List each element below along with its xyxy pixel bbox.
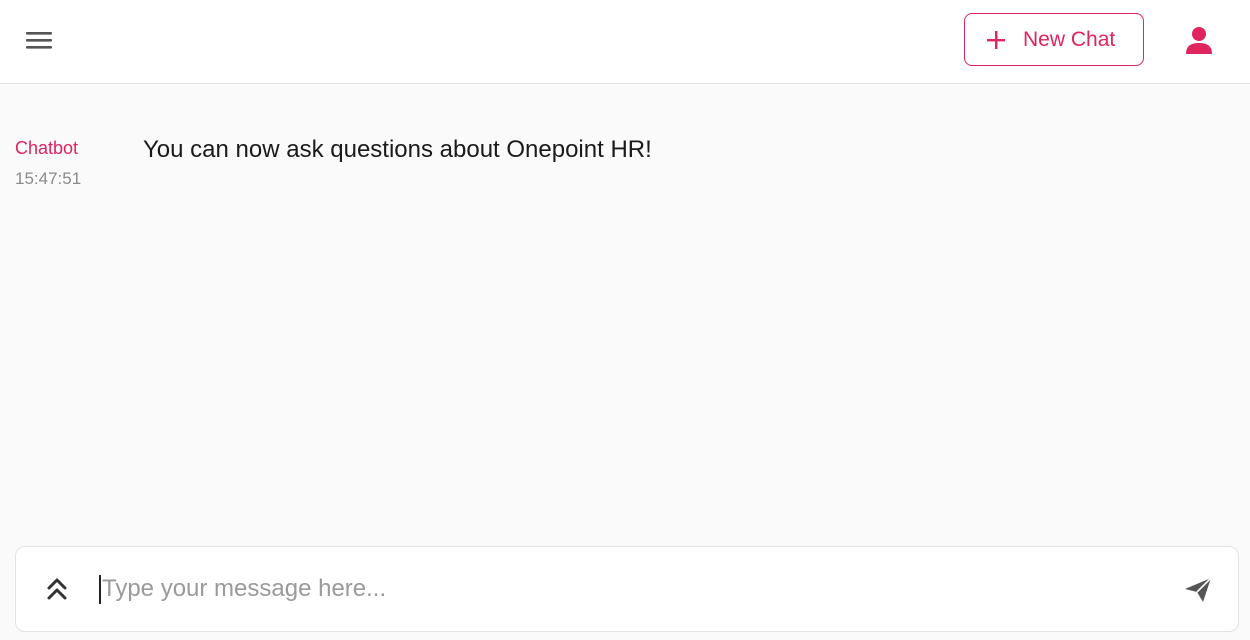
message-composer [15,546,1239,632]
menu-button[interactable] [22,24,56,56]
user-icon [1186,27,1212,54]
expand-composer-button[interactable] [42,573,72,605]
message-timestamp: 15:47:51 [15,169,82,188]
send-icon [1185,577,1212,602]
new-chat-button[interactable]: New Chat [964,13,1144,66]
new-chat-label: New Chat [1023,27,1116,51]
hamburger-menu-icon [26,32,52,49]
send-button[interactable] [1180,573,1216,607]
message-author: Chatbot [15,138,79,158]
double-chevron-up-icon [47,578,67,600]
text-caret [99,575,101,604]
message-text: You can now ask questions about Onepoint… [143,136,652,163]
top-bar: New Chat [0,0,1250,84]
user-account-button[interactable] [1182,22,1216,58]
plus-icon [985,29,1007,51]
message-input[interactable] [102,567,1162,611]
